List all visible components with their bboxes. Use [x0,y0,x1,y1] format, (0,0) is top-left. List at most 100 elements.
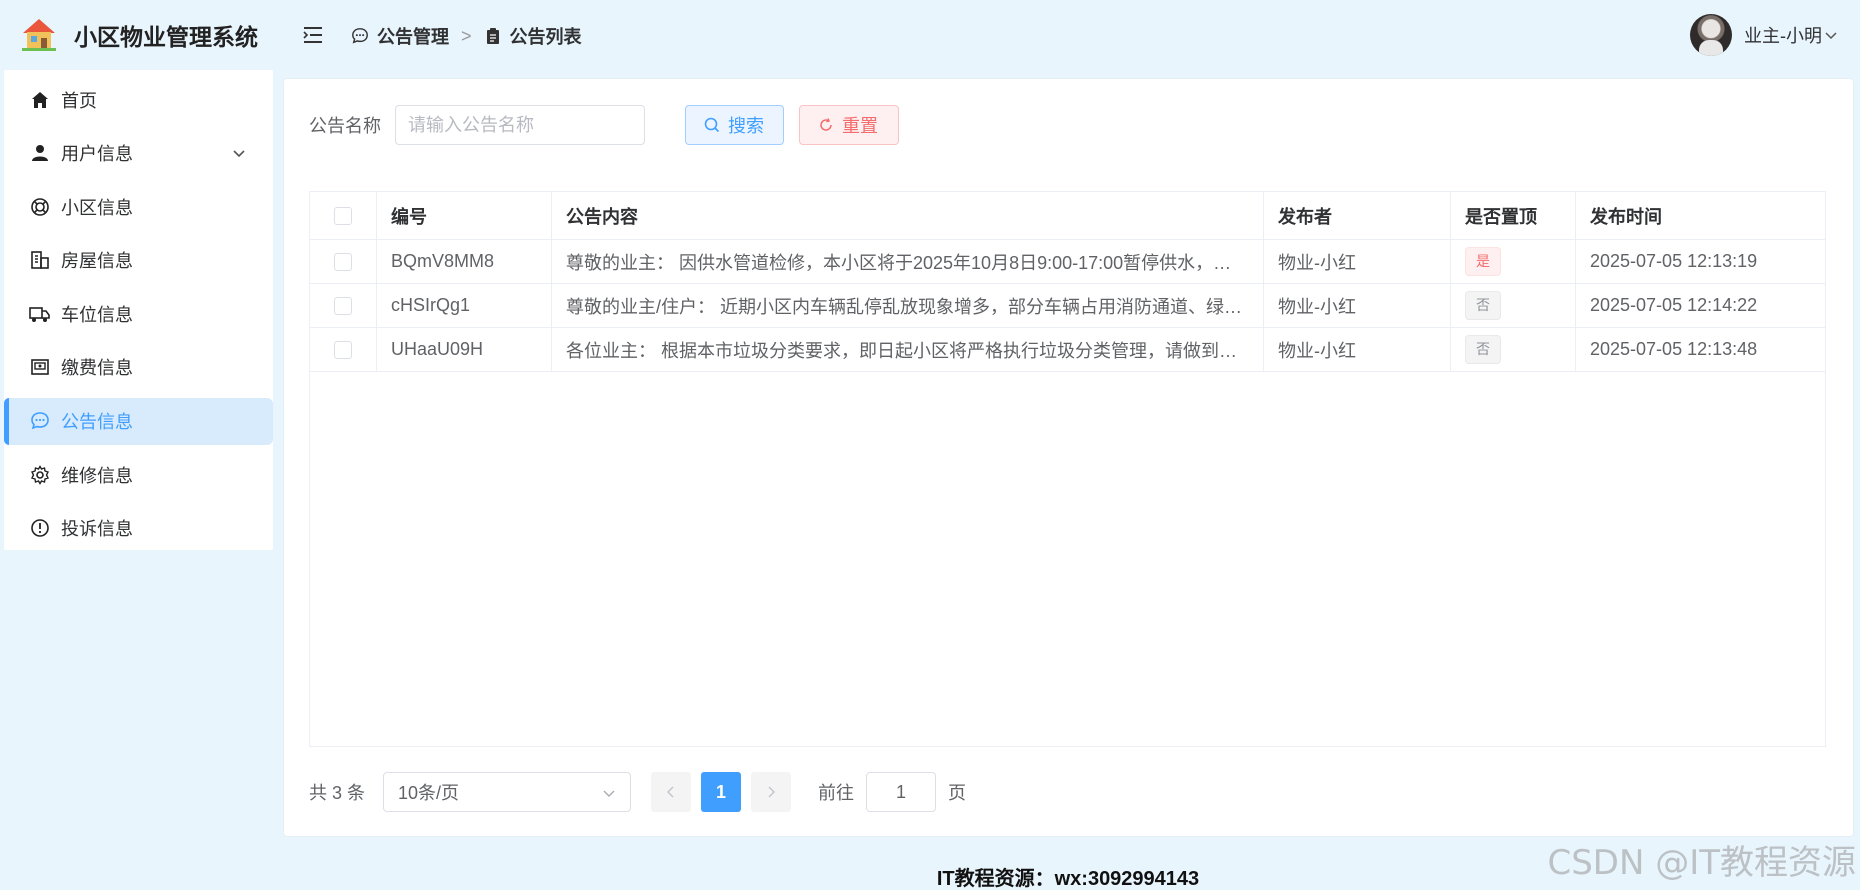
chevron-down-icon [233,150,245,157]
cell-publisher: 物业-小红 [1264,328,1451,371]
refresh-icon [820,118,832,131]
gear-icon [29,464,51,486]
search-button-label: 搜索 [728,116,764,136]
search-bar: 公告名称 搜索 重置 [309,105,899,145]
footer-text: IT教程资源：wx:3092994143 [936,868,1200,890]
reset-button[interactable]: 重置 [799,105,899,145]
row-checkbox[interactable] [334,340,352,359]
cell-content: 各位业主： 根据本市垃圾分类要求，即日起小区将严格执行垃圾分类管理，请做到： .… [552,328,1264,371]
page-size-value: 10条/页 [398,783,460,803]
sidebar-item-label: 房屋信息 [61,251,133,272]
user-icon [29,142,51,164]
clipboard-icon [484,27,502,45]
page-number-button[interactable]: 1 [701,772,742,812]
row-select-cell [310,328,377,371]
column-header-publisher: 发布者 [1264,192,1451,239]
sidebar-item-label: 公告信息 [61,412,133,433]
cell-content-text: 尊敬的业主： 因供水管道检修，本小区将于2025年10月8日9:00-17:00… [566,252,1246,273]
pinned-badge: 是 [1465,247,1501,276]
sidebar-item-label: 用户信息 [61,144,133,165]
chat-icon [351,27,369,45]
table-header-row: 编号 公告内容 发布者 是否置顶 发布时间 [310,192,1825,240]
select-all-checkbox[interactable] [334,206,352,225]
pagination-total: 共 3 条 [309,783,366,803]
sidebar-item-label: 车位信息 [61,304,133,325]
sidebar-item-payment-info[interactable]: 缴费信息 [4,344,273,391]
sidebar-item-label: 小区信息 [61,197,133,218]
pinned-badge: 否 [1465,291,1501,320]
breadcrumb-separator-icon: > [461,25,472,46]
sidebar-item-complaint-info[interactable]: 投诉信息 [4,505,273,552]
cell-time: 2025-07-05 12:14:22 [1590,295,1758,315]
breadcrumb: 公告管理 > 公告列表 [351,23,582,49]
chevron-down-icon [1825,32,1837,40]
sidebar-item-label: 缴费信息 [61,358,133,379]
wallet-icon [29,356,51,378]
cell-pinned: 否 [1451,284,1576,327]
pinned-badge: 否 [1465,335,1501,364]
sidebar-item-label: 首页 [61,90,97,111]
notice-table: 编号 公告内容 发布者 是否置顶 发布时间 BQmV8MM8 尊敬的业主： 因供… [309,191,1826,747]
sidebar-item-repair-info[interactable]: 维修信息 [4,451,273,498]
table-row[interactable]: BQmV8MM8 尊敬的业主： 因供水管道检修，本小区将于2025年10月8日9… [310,240,1825,284]
cell-code: UHaaU09H [377,328,552,371]
breadcrumb-item-notice-manage[interactable]: 公告管理 [377,23,449,49]
home-icon [29,89,51,111]
page-suffix-label: 页 [948,783,967,803]
chat-icon [29,410,51,432]
truck-icon [29,303,51,325]
next-page-button[interactable] [751,772,792,812]
column-header-time: 发布时间 [1590,206,1662,227]
user-menu[interactable]: 业主-小明 [1690,14,1838,56]
logo: 小区物业管理系统 [0,0,276,70]
prev-page-button[interactable] [651,772,692,812]
cell-code: cHSIrQg1 [377,284,552,327]
notice-name-input[interactable] [395,105,645,145]
sidebar: 小区物业管理系统 首页 用户信息 小区信息 房屋信息 车位信息 缴费信息 公告信… [0,0,276,890]
breadcrumb-item-notice-list: 公告列表 [509,27,582,47]
app-title: 小区物业管理系统 [74,24,258,50]
table-row[interactable]: cHSIrQg1 尊敬的业主/住户： 近期小区内车辆乱停乱放现象增多，部分车辆占… [310,284,1825,328]
cell-content: 尊敬的业主/住户： 近期小区内车辆乱停乱放现象增多，部分车辆占用消防通道、绿化.… [552,284,1264,327]
page-size-select[interactable]: 10条/页 [383,772,632,812]
reset-button-label: 重置 [842,116,878,136]
select-all-cell [310,192,377,239]
watermark: CSDN @IT教程资源 [1547,843,1856,883]
sidebar-item-notice-info[interactable]: 公告信息 [4,397,273,445]
search-icon [704,117,720,133]
goto-page-input[interactable] [866,772,937,812]
row-checkbox[interactable] [334,296,352,315]
row-select-cell [310,240,377,283]
pagination: 共 3 条 10条/页 1 前往 页 [309,772,966,812]
chevron-right-icon [768,786,776,798]
cell-content-text: 各位业主： 根据本市垃圾分类要求，即日起小区将严格执行垃圾分类管理，请做到： .… [566,340,1246,361]
warning-icon [29,517,51,539]
row-checkbox[interactable] [334,252,352,271]
cell-time: 2025-07-05 12:13:19 [1590,251,1758,271]
app-root: 小区物业管理系统 首页 用户信息 小区信息 房屋信息 车位信息 缴费信息 公告信… [0,0,1860,890]
search-button[interactable]: 搜索 [685,105,784,145]
chevron-down-icon [603,790,615,797]
cell-content: 尊敬的业主： 因供水管道检修，本小区将于2025年10月8日9:00-17:00… [552,240,1264,283]
main-card: 公告名称 搜索 重置 编号 公告内容 发布者 是否置顶 发布时间 [283,78,1854,837]
sidebar-item-home[interactable]: 首页 [4,76,273,123]
cell-pinned: 否 [1451,328,1576,371]
search-label: 公告名称 [309,116,381,136]
sidebar-item-parking-info[interactable]: 车位信息 [4,290,273,337]
cell-publisher: 物业-小红 [1264,284,1451,327]
cell-pinned: 是 [1451,240,1576,283]
column-header-code: 编号 [377,192,552,239]
sidebar-item-label: 投诉信息 [61,519,133,540]
sidebar-item-community-info[interactable]: 小区信息 [4,183,273,230]
sidebar-item-user-info[interactable]: 用户信息 [4,130,273,177]
row-select-cell [310,284,377,327]
column-header-content: 公告内容 [552,192,1264,239]
sidebar-item-label: 维修信息 [61,465,133,486]
lifebuoy-icon [29,196,51,218]
cell-time: 2025-07-05 12:13:48 [1590,339,1758,359]
sidebar-item-house-info[interactable]: 房屋信息 [4,237,273,284]
menu-toggle-icon[interactable] [302,25,324,45]
avatar[interactable] [1690,14,1732,56]
top-header: 公告管理 > 公告列表 业主-小明 [276,0,1860,70]
table-row[interactable]: UHaaU09H 各位业主： 根据本市垃圾分类要求，即日起小区将严格执行垃圾分类… [310,328,1825,372]
